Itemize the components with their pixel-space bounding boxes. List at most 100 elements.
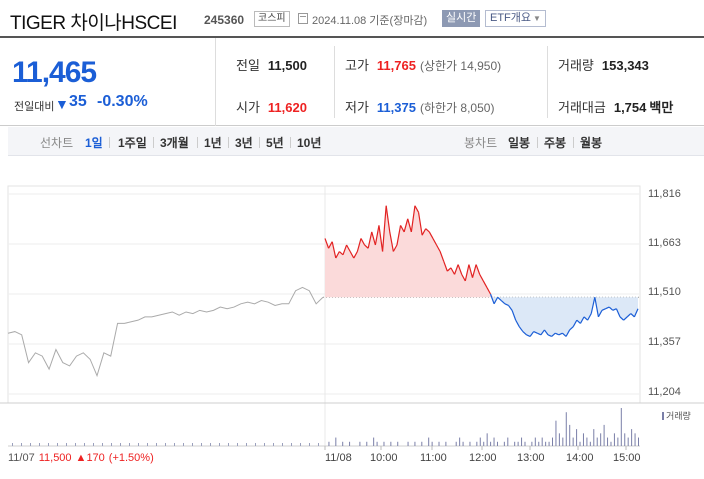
up-arrow-icon: ▲ xyxy=(75,452,87,464)
y-tick: 11,204 xyxy=(648,386,681,398)
etf-name: TIGER 차이나HSCEI xyxy=(10,13,177,34)
y-tick: 11,357 xyxy=(648,336,681,348)
volume-bar xyxy=(596,437,598,446)
high-value: 11,765 xyxy=(376,58,416,73)
volume-bar xyxy=(12,443,13,446)
volume-bar xyxy=(219,443,220,446)
amount-unit: 백만 xyxy=(649,100,674,115)
chevron-down-icon: ▼ xyxy=(533,14,541,23)
volume-bar xyxy=(459,437,461,446)
volume-bar xyxy=(496,441,498,446)
volume-bar xyxy=(534,437,536,446)
volume-bar xyxy=(397,441,399,446)
volume-bar xyxy=(376,441,378,446)
current-price: 11,465 xyxy=(12,56,97,89)
x-tick: 13:00 xyxy=(517,452,545,464)
volume-bar xyxy=(524,441,526,446)
etf-code: 245360 xyxy=(204,13,245,27)
change-value: 35 xyxy=(69,93,87,110)
volume-bar xyxy=(407,441,409,446)
volume-bar xyxy=(428,437,430,446)
volume-bar xyxy=(57,443,58,446)
volume-bar xyxy=(507,437,509,446)
volume-bar xyxy=(610,441,612,446)
x-tick: 11:00 xyxy=(420,452,447,464)
volume-bar xyxy=(138,443,139,446)
volume-bar xyxy=(634,433,636,446)
volume-bar xyxy=(493,437,495,446)
volume-bar xyxy=(273,443,274,446)
volume-bar xyxy=(538,441,540,446)
candle-monthly[interactable]: 월봉 xyxy=(580,134,602,151)
volume-bar xyxy=(521,437,523,446)
volume-bar xyxy=(479,437,481,446)
volume-bar xyxy=(576,429,578,446)
volume-bar xyxy=(291,443,292,446)
realtime-button[interactable]: 실시간 xyxy=(442,10,481,27)
high-price: 고가 11,765 (상한가 14,950) xyxy=(345,55,501,74)
volume-bar xyxy=(421,441,423,446)
volume-bar xyxy=(638,437,639,446)
candle-weekly[interactable]: 주봉 xyxy=(544,134,566,151)
volume-bar xyxy=(589,441,591,446)
volume-bar xyxy=(631,429,633,446)
volume-bar xyxy=(469,441,471,446)
volume-bar xyxy=(582,433,584,446)
volume-bar xyxy=(486,433,488,446)
etf-overview-dropdown[interactable]: ETF개요 ▼ xyxy=(485,10,546,27)
volume-bar xyxy=(359,441,361,446)
volume-bar xyxy=(192,443,193,446)
volume-bar xyxy=(328,441,330,446)
volume-bar xyxy=(246,443,247,446)
volume-bar xyxy=(342,441,344,446)
chart-canvas[interactable] xyxy=(0,156,704,479)
divider xyxy=(537,137,538,148)
volume-bar xyxy=(503,441,505,446)
volume-value: 153,343 xyxy=(601,58,649,73)
period-10y[interactable]: 10년 xyxy=(297,134,321,151)
low-label: 저가 xyxy=(345,100,369,115)
volume-bar xyxy=(627,437,629,446)
volume-bar xyxy=(264,443,265,446)
volume-bar xyxy=(237,443,238,446)
calendar-icon xyxy=(298,13,308,24)
divider xyxy=(228,137,229,148)
price-chart[interactable]: 11,816 11,663 11,510 11,357 11,204 거래량 1… xyxy=(0,156,704,479)
volume-bar xyxy=(617,437,619,446)
volume-bar xyxy=(562,437,564,446)
divider xyxy=(153,137,154,148)
volume-bar xyxy=(255,443,256,446)
divider xyxy=(197,137,198,148)
volume-bar xyxy=(120,443,121,446)
volume-bar xyxy=(66,443,67,446)
volume-bar xyxy=(569,424,571,446)
period-1y[interactable]: 1년 xyxy=(204,134,222,151)
period-3m[interactable]: 3개월 xyxy=(160,134,189,151)
footer-change-pct: (+1.50%) xyxy=(108,452,154,464)
period-3y[interactable]: 3년 xyxy=(235,134,253,151)
divider xyxy=(334,46,335,118)
period-1d[interactable]: 1일 xyxy=(85,134,103,151)
open-label: 시가 xyxy=(236,100,260,115)
candle-daily[interactable]: 일봉 xyxy=(508,134,530,151)
volume-bar xyxy=(593,429,595,446)
candle-chart-label: 봉차트 xyxy=(464,136,498,150)
volume-bar xyxy=(555,420,557,446)
divider xyxy=(259,137,260,148)
volume-bar xyxy=(476,441,478,446)
x-tick: 14:00 xyxy=(566,452,594,464)
divider xyxy=(547,46,548,118)
period-5y[interactable]: 5년 xyxy=(266,134,284,151)
up-area xyxy=(325,205,638,298)
prev-label: 전일 xyxy=(236,58,260,73)
x-tick: 12:00 xyxy=(469,452,497,464)
volume-bar xyxy=(613,433,615,446)
y-tick: 11,510 xyxy=(648,286,681,298)
volume: 거래량 153,343 xyxy=(558,55,649,74)
volume-bar xyxy=(111,443,112,446)
volume-bar xyxy=(490,441,492,446)
period-1w[interactable]: 1주일 xyxy=(118,134,147,151)
low-price: 저가 11,375 (하한가 8,050) xyxy=(345,97,494,116)
volume-bar xyxy=(607,437,609,446)
volume-bar xyxy=(517,441,519,446)
